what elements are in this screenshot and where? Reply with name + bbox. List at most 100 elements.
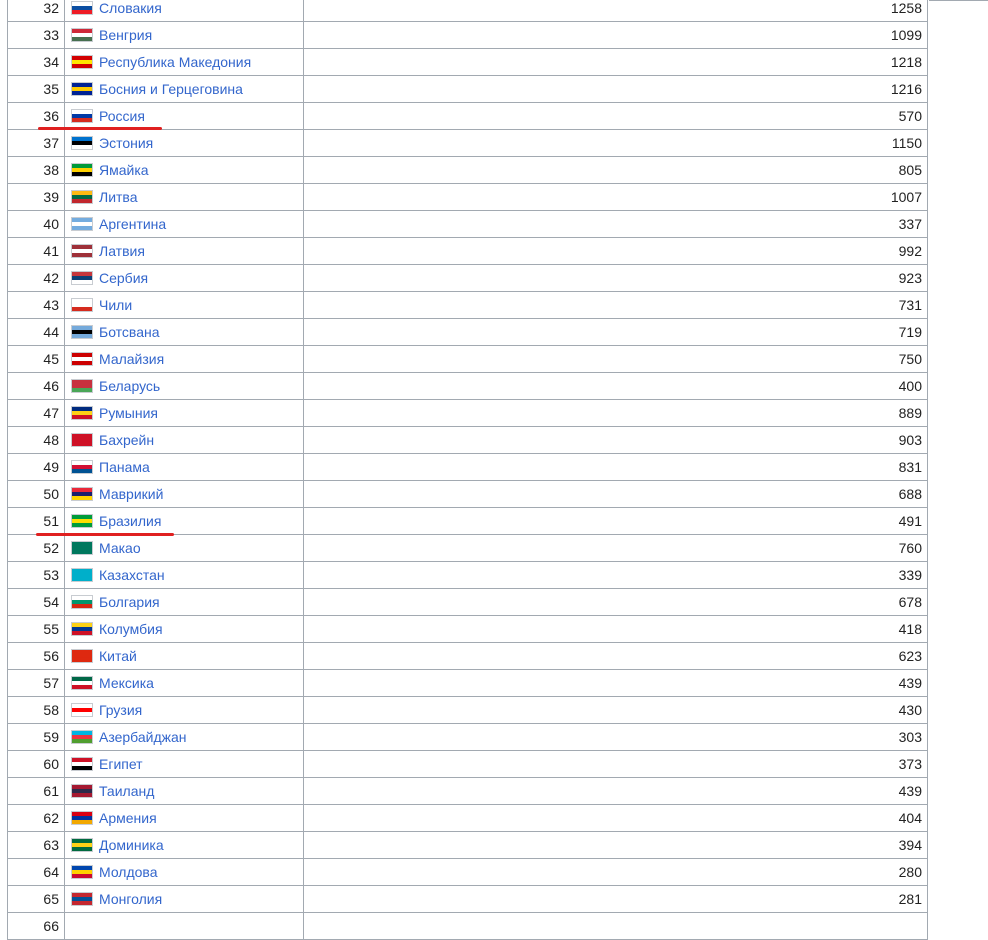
country-link[interactable]: Грузия xyxy=(99,702,142,718)
country-link[interactable]: Венгрия xyxy=(99,27,152,43)
country-cell: Чили xyxy=(64,291,304,319)
flag-icon xyxy=(71,109,93,124)
flag-icon xyxy=(71,865,93,880)
country-cell: Панама xyxy=(64,453,304,481)
country-link[interactable]: Аргентина xyxy=(99,216,166,232)
country-link[interactable]: Мексика xyxy=(99,675,154,691)
country-link[interactable]: Азербайджан xyxy=(99,729,187,745)
table-row: 43 Чили 731 xyxy=(7,291,928,319)
country-cell: Румыния xyxy=(64,399,304,427)
rank-cell: 50 xyxy=(7,480,65,508)
rank-cell: 43 xyxy=(7,291,65,319)
value-cell: 394 xyxy=(303,831,928,859)
rank-cell: 60 xyxy=(7,750,65,778)
value-cell: 889 xyxy=(303,399,928,427)
value-cell: 1216 xyxy=(303,75,928,103)
country-link[interactable]: Латвия xyxy=(99,243,145,259)
country-cell: Мексика xyxy=(64,669,304,697)
country-link[interactable]: Малайзия xyxy=(99,351,164,367)
value-cell: 570 xyxy=(303,102,928,130)
flag-icon xyxy=(71,622,93,637)
country-link[interactable]: Эстония xyxy=(99,135,153,151)
table-row: 36 Россия 570 xyxy=(7,102,928,130)
country-link[interactable]: Чили xyxy=(99,297,132,313)
country-link[interactable]: Макао xyxy=(99,540,141,556)
table-top-edge xyxy=(929,0,988,1)
table-row: 41 Латвия 992 xyxy=(7,237,928,265)
country-cell: Грузия xyxy=(64,696,304,724)
flag-icon xyxy=(71,190,93,205)
rank-cell: 64 xyxy=(7,858,65,886)
country-link[interactable]: Босния и Герцеговина xyxy=(99,81,243,97)
country-link[interactable]: Болгария xyxy=(99,594,160,610)
rank-cell: 33 xyxy=(7,21,65,49)
country-link[interactable]: Ямайка xyxy=(99,162,149,178)
country-link[interactable]: Таиланд xyxy=(99,783,154,799)
country-link[interactable]: Ботсвана xyxy=(99,324,160,340)
flag-icon xyxy=(71,541,93,556)
flag-icon xyxy=(71,433,93,448)
country-link[interactable]: Колумбия xyxy=(99,621,163,637)
country-link[interactable]: Армения xyxy=(99,810,157,826)
country-link[interactable]: Панама xyxy=(99,459,150,475)
rank-cell: 63 xyxy=(7,831,65,859)
rank-cell: 54 xyxy=(7,588,65,616)
table-row: 62 Армения 404 xyxy=(7,804,928,832)
table-row: 42 Сербия 923 xyxy=(7,264,928,292)
country-link[interactable]: Россия xyxy=(99,108,145,124)
flag-icon xyxy=(71,649,93,664)
country-link[interactable]: Бахрейн xyxy=(99,432,154,448)
country-cell: Литва xyxy=(64,183,304,211)
flag-icon xyxy=(71,676,93,691)
country-cell: Бахрейн xyxy=(64,426,304,454)
country-cell: Сербия xyxy=(64,264,304,292)
value-cell: 1150 xyxy=(303,129,928,157)
country-cell: Таиланд xyxy=(64,777,304,805)
country-cell: Египет xyxy=(64,750,304,778)
value-cell: 491 xyxy=(303,507,928,535)
country-link[interactable]: Молдова xyxy=(99,864,158,880)
red-underline-annotation xyxy=(38,127,162,130)
country-link[interactable]: Словакия xyxy=(99,0,162,16)
value-cell: 339 xyxy=(303,561,928,589)
table-row: 44 Ботсвана 719 xyxy=(7,318,928,346)
country-link[interactable]: Египет xyxy=(99,756,143,772)
rank-cell: 39 xyxy=(7,183,65,211)
value-cell: 805 xyxy=(303,156,928,184)
rank-cell: 40 xyxy=(7,210,65,238)
flag-icon xyxy=(71,136,93,151)
rank-cell: 62 xyxy=(7,804,65,832)
rank-cell: 42 xyxy=(7,264,65,292)
country-link[interactable]: Маврикий xyxy=(99,486,163,502)
table-row: 61 Таиланд 439 xyxy=(7,777,928,805)
country-link[interactable]: Доминика xyxy=(99,837,164,853)
country-cell: Молдова xyxy=(64,858,304,886)
flag-icon xyxy=(71,1,93,16)
table-row: 53 Казахстан 339 xyxy=(7,561,928,589)
flag-icon xyxy=(71,163,93,178)
country-link[interactable]: Сербия xyxy=(99,270,148,286)
table-row: 39 Литва 1007 xyxy=(7,183,928,211)
table-row: 35 Босния и Герцеговина 1216 xyxy=(7,75,928,103)
flag-icon xyxy=(71,244,93,259)
value-cell: 903 xyxy=(303,426,928,454)
value-cell: 303 xyxy=(303,723,928,751)
rank-cell: 36 xyxy=(7,102,65,130)
country-cell: Бразилия xyxy=(64,507,304,535)
table-row: 64 Молдова 280 xyxy=(7,858,928,886)
country-link[interactable]: Монголия xyxy=(99,891,162,907)
country-link[interactable]: Республика Македония xyxy=(99,54,251,70)
country-cell: Словакия xyxy=(64,0,304,22)
country-link[interactable]: Румыния xyxy=(99,405,158,421)
country-link[interactable]: Китай xyxy=(99,648,137,664)
flag-icon xyxy=(71,298,93,313)
country-link[interactable]: Казахстан xyxy=(99,567,165,583)
table-row: 54 Болгария 678 xyxy=(7,588,928,616)
country-link[interactable]: Литва xyxy=(99,189,138,205)
value-cell: 337 xyxy=(303,210,928,238)
table-row: 51 Бразилия 491 xyxy=(7,507,928,535)
flag-icon xyxy=(71,703,93,718)
country-link[interactable]: Беларусь xyxy=(99,378,160,394)
value-cell: 992 xyxy=(303,237,928,265)
country-link[interactable]: Бразилия xyxy=(99,513,161,529)
